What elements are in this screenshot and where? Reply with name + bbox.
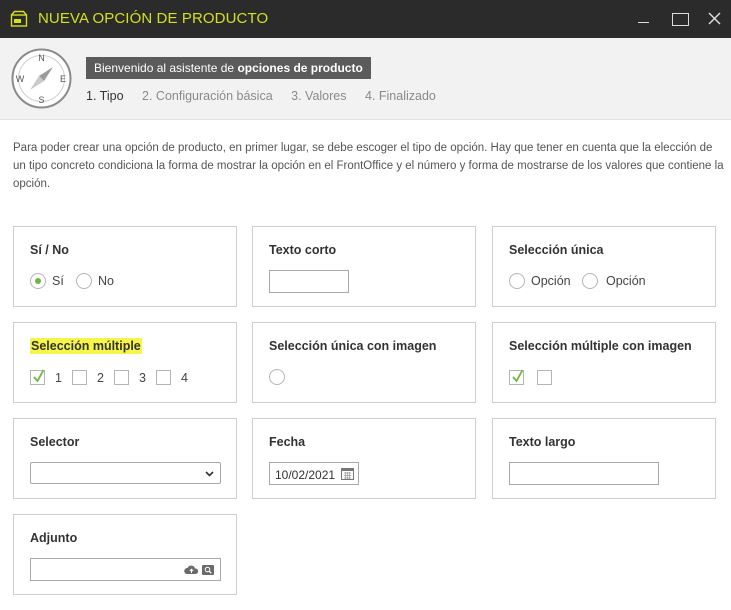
card-title: Texto largo <box>509 435 576 449</box>
highlighted-title: Selección múltiple <box>30 338 142 354</box>
long-text-input[interactable] <box>509 462 659 485</box>
date-value: 10/02/2021 <box>275 468 336 482</box>
maximize-button[interactable] <box>662 0 698 38</box>
checkbox-4[interactable] <box>156 370 171 385</box>
checkbox-1[interactable] <box>30 369 45 385</box>
radio-label: Opción <box>606 274 646 288</box>
option-card-seleccion-multiple[interactable]: Selección múltiple 1 2 3 4 <box>13 322 237 403</box>
compass-w: W <box>16 74 25 84</box>
radio-si[interactable] <box>30 273 46 289</box>
checkbox-label: 2 <box>97 371 104 385</box>
chevron-down-icon <box>205 471 214 477</box>
checkbox-label: 3 <box>139 371 146 385</box>
checkbox-label: 4 <box>181 371 188 385</box>
short-text-input[interactable] <box>269 270 349 293</box>
welcome-prefix: Bienvenido al asistente de <box>94 61 238 75</box>
welcome-banner: Bienvenido al asistente de opciones de p… <box>86 57 371 79</box>
checkbox-image-1[interactable] <box>509 369 524 385</box>
title-bar: NUEVA OPCIÓN DE PRODUCTO <box>0 0 731 38</box>
minimize-button[interactable] <box>625 0 661 38</box>
radio-label: Sí <box>52 274 64 288</box>
option-card-fecha[interactable]: Fecha 10/02/2021 <box>252 418 476 499</box>
radio-opcion-2[interactable] <box>582 273 598 289</box>
calendar-icon[interactable] <box>341 467 354 480</box>
card-title: Fecha <box>269 435 306 449</box>
option-card-adjunto[interactable]: Adjunto <box>13 514 237 595</box>
description-text: Para poder crear una opción de producto,… <box>13 142 724 190</box>
radio-opcion-1[interactable] <box>509 273 525 289</box>
close-icon <box>708 12 721 25</box>
card-title: Texto corto <box>269 243 337 257</box>
window-title: NUEVA OPCIÓN DE PRODUCTO <box>38 10 269 27</box>
checkbox-label: 1 <box>55 371 62 385</box>
step-tipo[interactable]: 1. Tipo <box>86 89 124 103</box>
welcome-bold: opciones de producto <box>237 61 363 75</box>
option-card-seleccion-unica-imagen[interactable]: Selección única con imagen <box>252 322 476 403</box>
checkbox-2[interactable] <box>72 370 87 385</box>
wizard-steps: 1. Tipo 2. Configuración básica 3. Valor… <box>86 89 451 103</box>
attachment-input[interactable] <box>30 558 221 581</box>
check-icon <box>512 369 523 383</box>
card-title: Selección múltiple <box>30 338 142 354</box>
compass-s: S <box>38 95 44 105</box>
step-valores[interactable]: 3. Valores <box>291 89 346 103</box>
card-title: Selección única con imagen <box>269 339 437 353</box>
step-finalizado[interactable]: 4. Finalizado <box>365 89 436 103</box>
card-title: Selección única <box>509 243 604 257</box>
card-title: Selección múltiple con imagen <box>509 339 692 353</box>
radio-label: No <box>98 274 114 288</box>
compass-n: N <box>38 53 45 63</box>
product-box-icon <box>10 10 28 27</box>
radio-label: Opción <box>531 274 571 288</box>
option-card-texto-largo[interactable]: Texto largo <box>492 418 716 499</box>
upload-search-icons[interactable] <box>184 564 216 576</box>
compass-icon: N E S W <box>11 48 72 109</box>
close-button[interactable] <box>697 0 731 38</box>
card-title: Selector <box>30 435 80 449</box>
option-card-si-no[interactable]: Sí / No Sí No <box>13 226 237 307</box>
check-icon <box>33 369 44 383</box>
checkbox-3[interactable] <box>114 370 129 385</box>
option-card-texto-corto[interactable]: Texto corto <box>252 226 476 307</box>
date-input[interactable]: 10/02/2021 <box>269 462 359 485</box>
radio-no[interactable] <box>76 273 92 289</box>
option-card-selector[interactable]: Selector <box>13 418 237 499</box>
card-title: Adjunto <box>30 531 78 545</box>
card-title: Sí / No <box>30 243 69 257</box>
checkbox-image-2[interactable] <box>537 370 552 385</box>
radio-image-option[interactable] <box>269 369 285 385</box>
selector-dropdown[interactable] <box>30 462 221 484</box>
option-card-seleccion-multiple-imagen[interactable]: Selección múltiple con imagen <box>492 322 716 403</box>
wizard-header: N E S W Bienvenido al asistente de opcio… <box>0 38 731 120</box>
option-card-seleccion-unica[interactable]: Selección única Opción Opción <box>492 226 716 307</box>
compass-e: E <box>60 74 66 84</box>
step-configuracion[interactable]: 2. Configuración básica <box>142 89 273 103</box>
